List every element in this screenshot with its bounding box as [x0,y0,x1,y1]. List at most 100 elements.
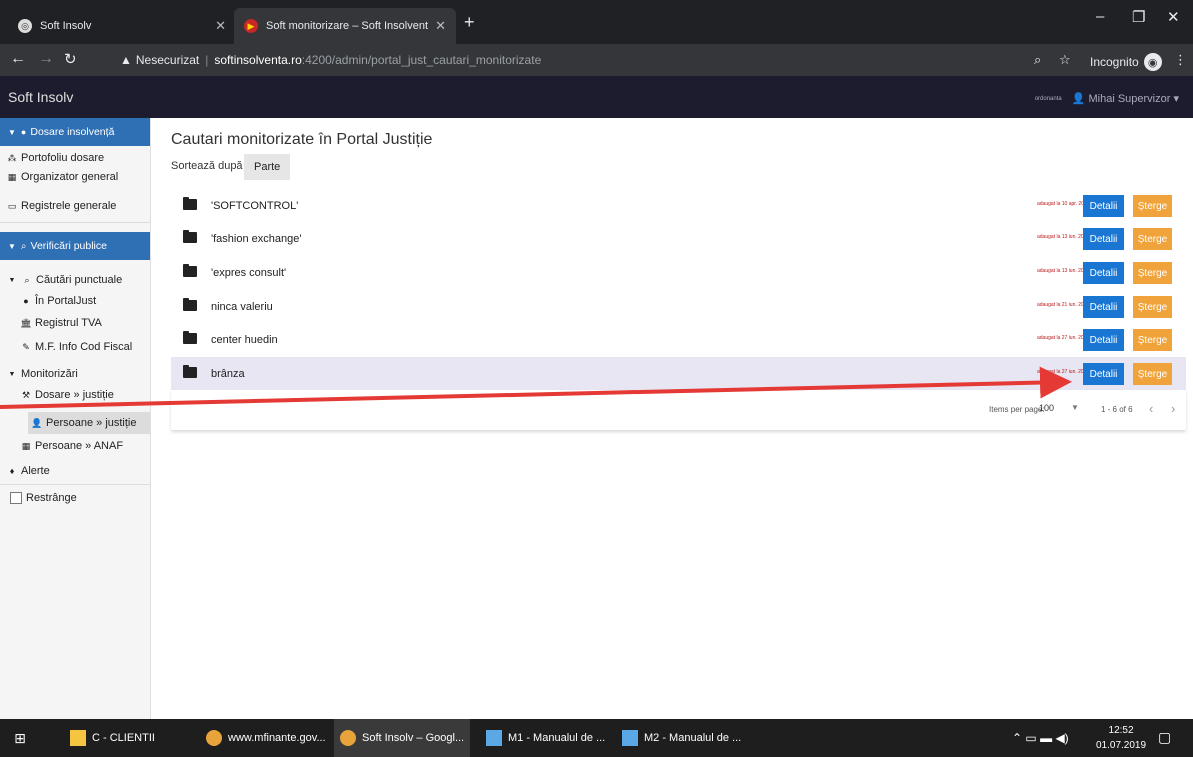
sidebar-item-persoane-anaf[interactable]: ▦ Persoane » ANAF [20,440,123,452]
page-title: Cautari monitorizate în Portal Justiție [171,131,433,148]
site-favicon-icon: ◎ [18,19,32,33]
browser-menu-icon[interactable]: ⋮ [1174,52,1187,68]
incognito-indicator[interactable]: Incognito ◉ [1090,53,1162,71]
sidebar-item-label: M.F. Info Cod Fiscal [35,341,133,353]
delete-button[interactable]: Șterge [1133,296,1172,318]
sidebar-item-alerte[interactable]: ♦ Alerte [6,465,50,477]
sidebar-item-cautari-punctuale[interactable]: ▼ ⌕ Căutări punctuale [6,274,123,286]
sidebar-item-persoane-justitie[interactable]: 👤 Persoane » justiție [28,412,150,434]
list-item[interactable]: ninca valeriu adaugat la 21 iun. 2019 De… [171,290,1186,323]
sidebar-item-label: Persoane » justiție [46,417,137,429]
previous-page-icon[interactable]: ‹ [1149,401,1153,416]
user-menu[interactable]: 👤 Mihai Supervizor ▾ [1072,92,1179,105]
tab-title: Soft monitorizare – Soft Insolvent [266,20,429,32]
chrome-icon [340,730,356,746]
sidebar-item-portofoliu[interactable]: ⁂ Portofoliu dosare [6,152,105,164]
sidebar-item-registrul-tva[interactable]: 🏛 Registrul TVA [20,317,102,329]
calendar-icon: ▦ [7,171,17,182]
sidebar-item-label: Monitorizări [21,368,78,380]
notifications-icon[interactable]: ▢ [1158,729,1171,746]
zoom-search-icon[interactable]: ⌕ [1034,52,1041,68]
app-brand[interactable]: Soft Insolv [8,89,73,105]
page-range: 1 - 6 of 6 [1101,405,1133,414]
list-item[interactable]: 'fashion exchange' adaugat la 13 iun. 20… [171,222,1186,255]
folder-icon [183,264,197,277]
browser-tab-soft-insolv[interactable]: ◎ Soft Insolv ✕ [8,8,236,44]
sidebar-section-verificari[interactable]: ▼ ⌕ Verificări publice [0,232,150,260]
network-icon: ▭ [1025,731,1037,745]
details-button[interactable]: Detalii [1083,296,1124,318]
sidebar-item-label: Organizator general [21,171,119,183]
sidebar-divider [0,484,150,485]
sidebar-item-portaljust[interactable]: ● În PortalJust [20,295,96,307]
paginator: Items per page: 100 ▼ 1 - 6 of 6 ‹ › [171,390,1186,430]
header-mini-text[interactable]: ordonanta [1035,96,1062,102]
system-clock[interactable]: 12:52 01.07.2019 [1096,723,1146,753]
folder-icon [70,730,86,746]
sidebar-item-organizator[interactable]: ▦ Organizator general [6,171,119,183]
sidebar-item-dosare-justitie[interactable]: ⚒ Dosare » justiție [20,389,114,401]
close-tab-icon[interactable]: ✕ [435,18,446,34]
collapse-checkbox[interactable] [10,492,22,504]
sidebar-section-label: Verificări publice [30,240,107,252]
restore-icon[interactable]: ❐ [1132,8,1145,26]
caret-down-icon: ▼ [8,370,16,378]
address-bar[interactable]: ▲ Nesecurizat | softinsolventa.ro :4200/… [120,49,1065,71]
list-item[interactable]: center huedin adaugat la 27 iun. 2019 De… [171,323,1186,356]
sidebar-item-label: Portofoliu dosare [21,152,105,164]
bookmark-star-icon[interactable]: ☆ [1059,52,1071,68]
item-name: ninca valeriu [211,301,273,313]
details-button[interactable]: Detalii [1083,363,1124,385]
collapse-label: Restrânge [26,492,77,504]
caret-down-icon: ▾ [1173,93,1179,105]
taskbar-item-soft-insolv[interactable]: Soft Insolv – Googl... [334,719,471,757]
drive-icon: ▭ [7,200,17,211]
details-button[interactable]: Detalii [1083,228,1124,250]
taskbar-item-m1[interactable]: M1 - Manualul de ... [480,719,611,757]
next-page-icon[interactable]: › [1171,401,1175,416]
sidebar-item-label: În PortalJust [35,295,97,307]
search-icon: ⌕ [24,274,30,285]
forward-icon[interactable]: → [38,50,54,68]
caret-down-icon: ▼ [8,127,16,137]
system-tray-icons[interactable]: ⌃ ▭ ▬ ◀) [1012,731,1069,745]
item-date: adaugat la 13 iun. 2019 [1037,234,1090,240]
items-per-page-label: Items per page: [989,405,1045,414]
list-item[interactable]: brânza adaugat la 27 iun. 2019 Detalii Ș… [171,357,1186,390]
item-date: adaugat la 27 iun. 2019 [1037,369,1090,375]
delete-button[interactable]: Șterge [1133,195,1172,217]
delete-button[interactable]: Șterge [1133,228,1172,250]
back-icon[interactable]: ← [10,50,26,68]
sidebar-item-monitorizari[interactable]: ▼ Monitorizări [6,368,78,380]
tab-title: Soft Insolv [40,20,92,32]
caret-down-icon[interactable]: ▼ [1071,403,1079,412]
taskbar-item-label: Soft Insolv – Googl... [362,732,465,744]
details-button[interactable]: Detalii [1083,262,1124,284]
close-tab-icon[interactable]: ✕ [215,18,226,34]
minimize-icon[interactable]: – [1096,8,1104,25]
list-item[interactable]: 'SOFTCONTROL' adaugat la 10 apr. 2019 De… [171,189,1186,222]
taskbar-item-mfinante[interactable]: www.mfinante.gov... [200,719,332,757]
reload-icon[interactable]: ↻ [64,50,77,68]
new-tab-button[interactable]: + [464,12,475,33]
close-window-icon[interactable]: ✕ [1167,8,1180,26]
sidebar-item-label: Alerte [21,465,50,477]
sort-by-parte-button[interactable]: Parte [244,154,291,180]
details-button[interactable]: Detalii [1083,195,1124,217]
delete-button[interactable]: Șterge [1133,363,1172,385]
document-icon [486,730,502,746]
building-icon: ▦ [21,440,31,451]
taskbar-item-m2[interactable]: M2 - Manualul de ... [616,719,747,757]
list-item[interactable]: 'expres consult' adaugat la 13 iun. 2019… [171,256,1186,289]
sidebar-item-registrele[interactable]: ▭ Registrele generale [6,200,117,212]
sidebar-section-dosare[interactable]: ▼ ● Dosare insolvență [0,118,150,146]
collapse-sidebar-toggle[interactable]: Restrânge [10,492,77,504]
delete-button[interactable]: Șterge [1133,329,1172,351]
delete-button[interactable]: Șterge [1133,262,1172,284]
sidebar-item-mf-info[interactable]: ✎ M.F. Info Cod Fiscal [20,341,132,353]
start-button[interactable]: ⊞ [12,719,34,757]
taskbar-item-clientii[interactable]: C - CLIENTII [62,719,163,757]
browser-tab-soft-monitorizare[interactable]: ▶ Soft monitorizare – Soft Insolvent ✕ [234,8,456,44]
items-per-page-select[interactable]: 100 [1039,403,1054,413]
details-button[interactable]: Detalii [1083,329,1124,351]
